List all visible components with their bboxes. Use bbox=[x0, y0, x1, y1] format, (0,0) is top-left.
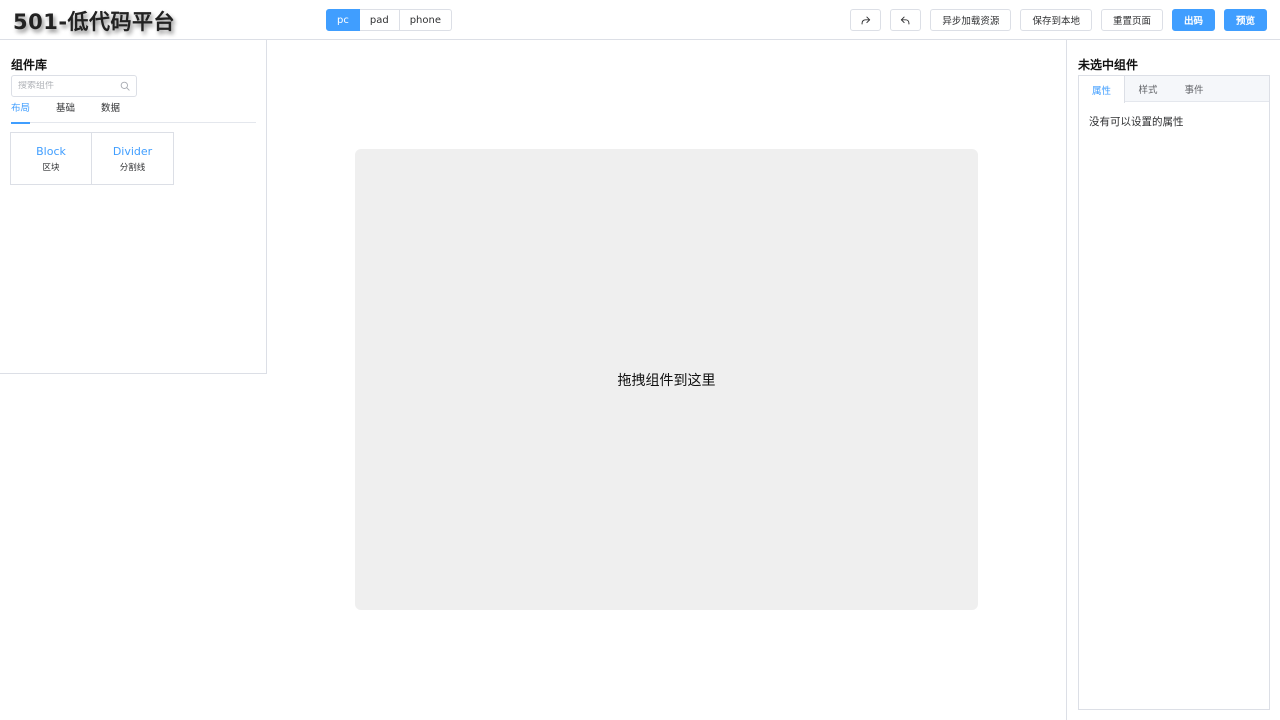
property-empty-text: 没有可以设置的属性 bbox=[1089, 116, 1184, 128]
redo-icon bbox=[862, 16, 871, 24]
component-grid: Block 区块 Divider 分割线 bbox=[10, 132, 174, 185]
device-pc-button[interactable]: pc bbox=[326, 9, 360, 31]
tab-events[interactable]: 事件 bbox=[1171, 76, 1217, 102]
property-box: 属性 样式 事件 没有可以设置的属性 bbox=[1078, 75, 1270, 710]
property-panel-title: 未选中组件 bbox=[1078, 58, 1139, 72]
undo-button[interactable] bbox=[890, 9, 922, 31]
component-category-tabs: 布局 基础 数据 bbox=[11, 103, 256, 124]
canvas-hint-text: 拖拽组件到这里 bbox=[617, 372, 716, 389]
tab-styles[interactable]: 样式 bbox=[1125, 76, 1171, 102]
reset-page-button[interactable]: 重置页面 bbox=[1100, 9, 1163, 31]
export-code-button[interactable]: 出码 bbox=[1171, 9, 1215, 31]
header-toolbar: 异步加载资源 保存到本地 重置页面 出码 预览 bbox=[850, 9, 1267, 31]
tab-basic[interactable]: 基础 bbox=[56, 103, 75, 123]
property-tabs: 属性 样式 事件 bbox=[1079, 76, 1269, 103]
preview-button[interactable]: 预览 bbox=[1223, 9, 1267, 31]
device-phone-button[interactable]: phone bbox=[399, 9, 452, 31]
app-logo-title: 501-低代码平台 bbox=[13, 10, 176, 34]
component-library-title: 组件库 bbox=[11, 58, 48, 72]
component-card-divider[interactable]: Divider 分割线 bbox=[92, 132, 174, 185]
component-search-input[interactable] bbox=[18, 81, 114, 91]
save-local-button[interactable]: 保存到本地 bbox=[1020, 9, 1092, 31]
component-search-box bbox=[11, 75, 137, 97]
tab-attributes[interactable]: 属性 bbox=[1079, 76, 1125, 103]
undo-icon bbox=[901, 16, 910, 24]
component-name: Block bbox=[36, 144, 66, 158]
component-name: Divider bbox=[112, 144, 153, 158]
tab-data[interactable]: 数据 bbox=[101, 103, 120, 123]
tab-layout[interactable]: 布局 bbox=[11, 103, 31, 124]
device-pad-button[interactable]: pad bbox=[359, 9, 400, 31]
component-desc: 分割线 bbox=[119, 162, 146, 173]
redo-button[interactable] bbox=[850, 9, 882, 31]
search-icon[interactable] bbox=[120, 81, 130, 91]
property-panel: 未选中组件 属性 样式 事件 没有可以设置的属性 bbox=[1066, 40, 1280, 720]
component-desc: 区块 bbox=[42, 162, 60, 173]
top-header: 501-低代码平台 pc pad phone 异步加载资源 保存到本地 重置页面… bbox=[0, 0, 1280, 40]
canvas-drop-zone[interactable]: 拖拽组件到这里 bbox=[355, 149, 978, 610]
device-switcher: pc pad phone bbox=[326, 9, 452, 31]
component-card-block[interactable]: Block 区块 bbox=[10, 132, 92, 185]
component-library-panel: 组件库 布局 基础 数据 Block 区块 Divider 分割线 bbox=[0, 40, 267, 374]
async-load-button[interactable]: 异步加载资源 bbox=[930, 9, 1012, 31]
